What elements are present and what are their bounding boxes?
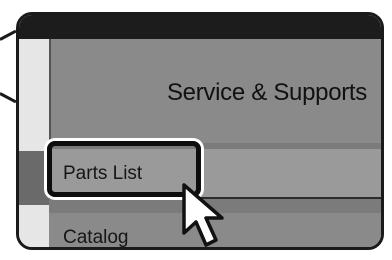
arrow-pointer-icon [182, 183, 224, 247]
zoom-callout-frame: Service & Supports Parts List Catalog [16, 12, 384, 250]
top-bar [19, 15, 381, 39]
panel-title: Service & Supports [166, 79, 367, 106]
callout-line-lower [0, 92, 17, 104]
menu-item-label: Catalog [63, 227, 129, 248]
left-strip [19, 39, 49, 247]
menu-item-label: Parts List [63, 163, 143, 184]
left-strip-selection-band [19, 151, 49, 205]
callout-line-upper [0, 29, 17, 41]
panel-header: Service & Supports [49, 39, 381, 143]
